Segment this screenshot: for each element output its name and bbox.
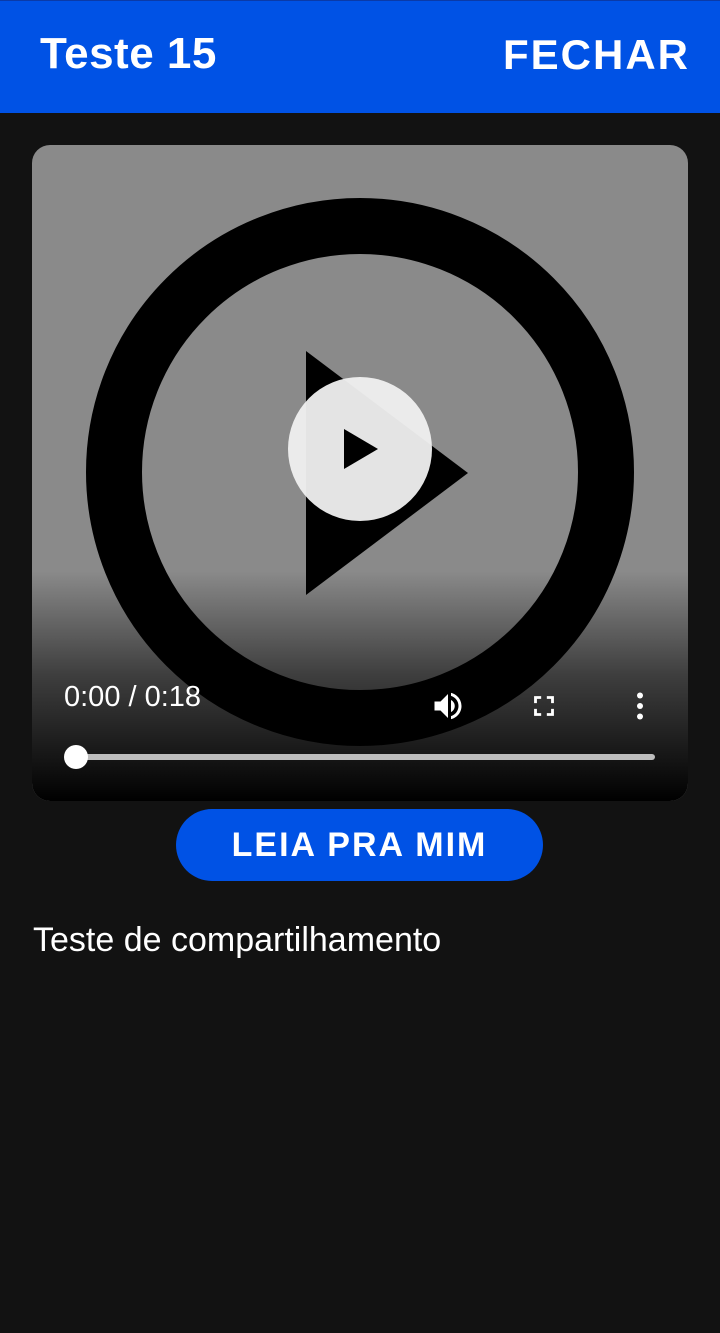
volume-icon [434,692,462,720]
fullscreen-button[interactable] [524,686,564,726]
fullscreen-icon [534,696,554,716]
more-options-button[interactable] [620,686,660,726]
play-icon [344,429,378,469]
progress-bar[interactable] [64,745,655,769]
read-aloud-button[interactable]: LEIA PRA MIM [176,809,543,881]
progress-thumb[interactable] [64,745,88,769]
app-header: Teste 15 FECHAR [0,0,720,113]
video-player[interactable]: 0:00 / 0:18 [32,145,688,801]
page-title: Teste 15 [40,29,217,78]
time-display: 0:00 / 0:18 [64,681,202,713]
post-description: Teste de compartilhamento [33,921,442,959]
play-button[interactable] [288,377,432,521]
more-vert-icon [637,692,643,720]
close-button[interactable]: FECHAR [503,31,690,79]
volume-button[interactable] [428,686,468,726]
